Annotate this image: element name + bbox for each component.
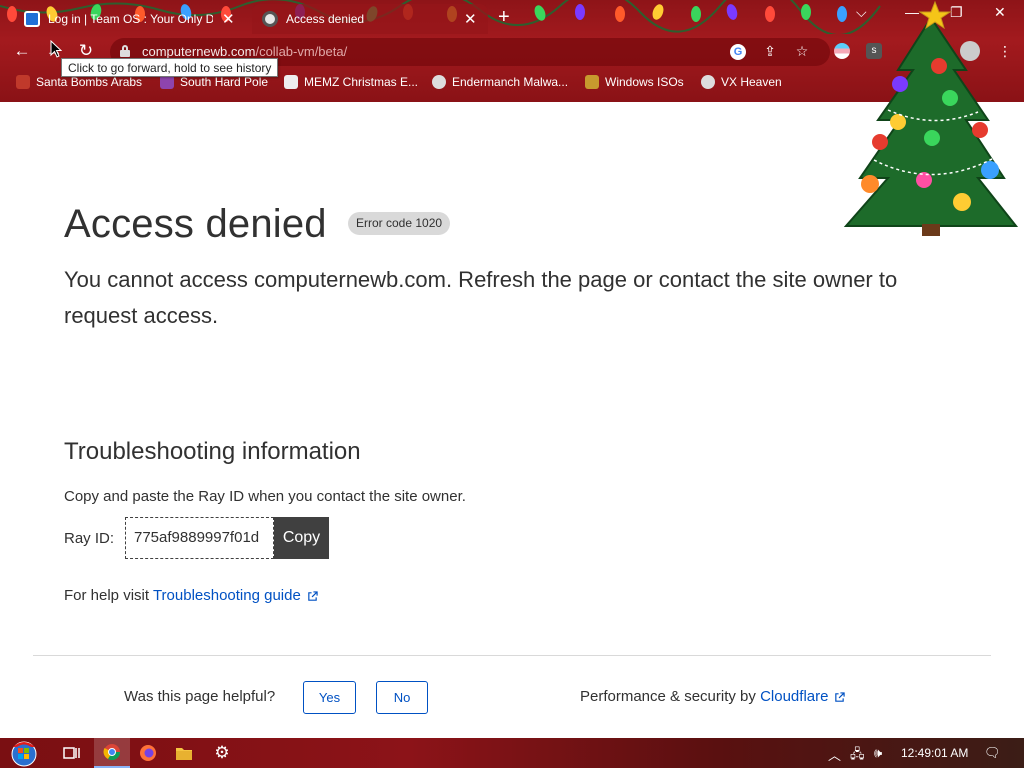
tab-team-os-login[interactable]: Log in | Team OS : Your Only Des ✕: [14, 4, 246, 34]
show-hidden-icons-chevron-icon[interactable]: ︿: [828, 745, 841, 764]
performance-security-text: Performance & security by Cloudflare: [580, 688, 846, 705]
bookmark-south-hard-pole[interactable]: South Hard Pole: [160, 75, 268, 89]
christmas-tree-decoration: [843, 0, 1019, 236]
task-view-icon[interactable]: [54, 738, 90, 768]
windows-taskbar: ⚙ ︿ 🖧 🕪 12:49:01 AM 🗨: [0, 738, 1024, 768]
bookmark-santa-bombs-arabs[interactable]: Santa Bombs Arabs: [16, 75, 142, 89]
cloudflare-link[interactable]: Cloudflare: [760, 688, 846, 705]
bookmark-windows-isos[interactable]: Windows ISOs: [585, 75, 684, 89]
santa-icon: [16, 75, 30, 89]
bookmark-vx-heaven[interactable]: VX Heaven: [701, 75, 782, 89]
taskbar-clock[interactable]: 12:49:01 AM: [901, 746, 968, 760]
endermanch-icon: [432, 75, 446, 89]
start-button[interactable]: [4, 738, 44, 768]
page-title: Access denied: [64, 202, 327, 246]
help-prefix: For help visit: [64, 587, 150, 604]
bookmark-endermanch[interactable]: Endermanch Malwa...: [432, 75, 568, 89]
external-link-icon: [835, 691, 846, 702]
cloudflare-icon: [262, 11, 278, 27]
vx-heaven-icon: [701, 75, 715, 89]
share-icon[interactable]: ⇪: [761, 43, 779, 60]
settings-icon[interactable]: ⚙: [204, 738, 240, 768]
tab-access-denied[interactable]: Access denied ✕: [252, 4, 488, 34]
error-code-badge: Error code 1020: [348, 212, 451, 235]
tab-title: Access denied: [286, 12, 365, 26]
troubleshooting-heading: Troubleshooting information: [64, 438, 361, 465]
copy-instruction-text: Copy and paste the Ray ID when you conta…: [64, 488, 466, 505]
firefox-icon[interactable]: [130, 738, 166, 768]
tab-title: Log in | Team OS : Your Only Des: [48, 12, 213, 26]
bookmark-star-icon[interactable]: ☆: [793, 43, 811, 60]
volume-icon[interactable]: 🕪: [874, 745, 882, 761]
troubleshooting-guide-link[interactable]: Troubleshooting guide: [153, 587, 318, 604]
footer-divider: [33, 655, 991, 656]
back-arrow-icon[interactable]: ←: [11, 41, 33, 61]
ray-id-field[interactable]: 775af9889997f01d: [125, 517, 274, 559]
google-lens-icon[interactable]: G: [730, 44, 746, 60]
notifications-icon[interactable]: 🗨: [984, 745, 1001, 761]
close-tab-icon[interactable]: ✕: [463, 10, 478, 28]
feedback-question: Was this page helpful?: [124, 688, 276, 705]
file-explorer-icon[interactable]: [166, 738, 202, 768]
forward-button-tooltip: Click to go forward, hold to see history: [61, 58, 279, 77]
bookmark-memz-christmas[interactable]: MEMZ Christmas E...: [284, 75, 418, 89]
external-link-icon: [308, 590, 318, 601]
new-tab-button[interactable]: +: [498, 7, 510, 27]
pole-icon: [160, 75, 174, 89]
access-denied-message: You cannot access computernewb.com. Refr…: [64, 267, 898, 328]
windows-start-orb-icon: [11, 741, 37, 767]
close-tab-icon[interactable]: ✕: [221, 10, 236, 28]
ray-id-label: Ray ID:: [64, 530, 115, 547]
network-icon[interactable]: 🖧: [850, 745, 865, 767]
feedback-yes-button[interactable]: Yes: [303, 681, 356, 714]
chrome-icon[interactable]: [94, 738, 130, 768]
team-os-icon: [24, 11, 40, 27]
copy-ray-id-button[interactable]: Copy: [274, 517, 329, 559]
feedback-no-button[interactable]: No: [376, 681, 428, 714]
lock-icon: [120, 45, 130, 57]
mouse-cursor-icon: [50, 40, 62, 58]
memz-icon: [284, 75, 298, 89]
windows-isos-icon: [585, 75, 599, 89]
help-text: For help visit Troubleshooting guide: [64, 587, 318, 604]
url-text: computernewb.com/collab-vm/beta/: [142, 44, 348, 59]
